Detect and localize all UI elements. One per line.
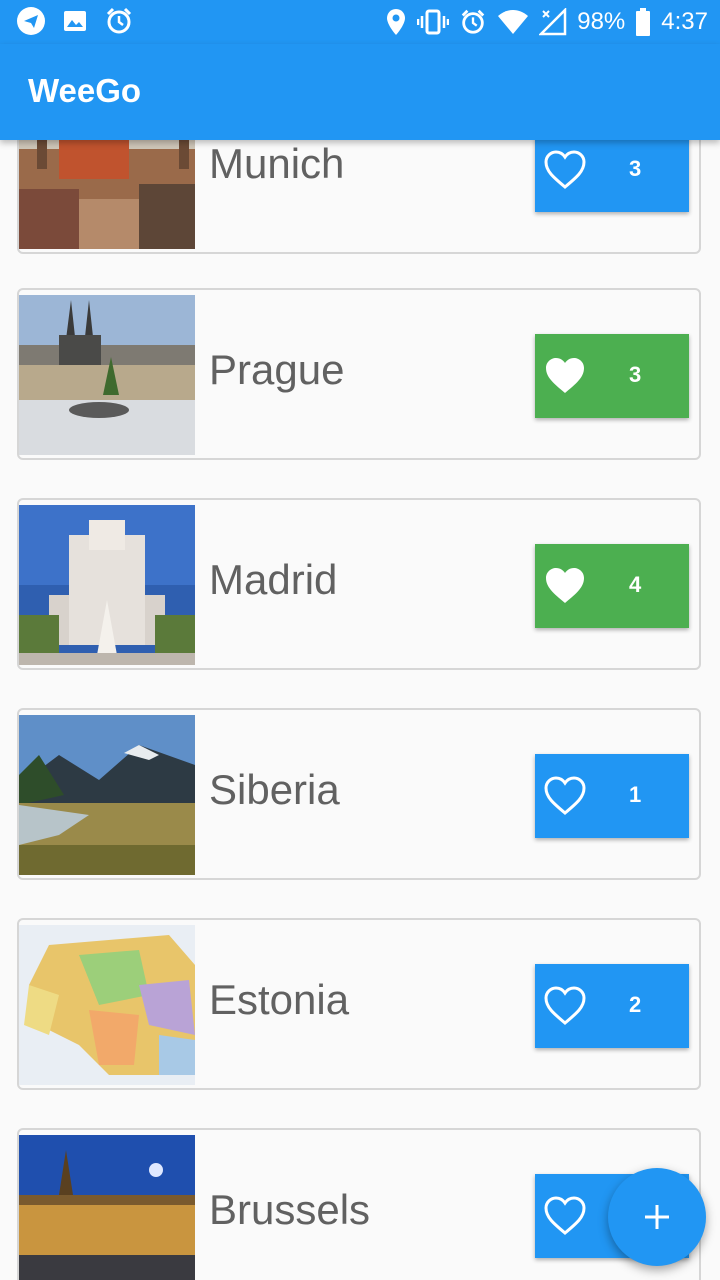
place-name: Brussels xyxy=(209,1186,371,1233)
signal-icon xyxy=(539,8,567,36)
place-card-madrid[interactable]: Madrid 4 xyxy=(17,498,701,670)
heart-filled-icon xyxy=(543,356,587,401)
like-button[interactable]: 4 xyxy=(535,544,689,628)
place-thumbnail xyxy=(19,505,195,665)
place-thumbnail xyxy=(19,925,195,1085)
alarm-icon xyxy=(104,6,134,36)
telegram-icon xyxy=(16,6,46,36)
like-button[interactable]: 2 xyxy=(535,964,689,1048)
like-button[interactable]: 3 xyxy=(535,140,689,212)
place-name: Munich xyxy=(209,140,345,187)
place-thumbnail xyxy=(19,140,195,249)
like-count: 3 xyxy=(629,362,642,387)
place-name: Madrid xyxy=(209,556,338,603)
battery-icon xyxy=(635,8,651,36)
status-bar: 98% 4:37 xyxy=(0,0,720,44)
heart-filled-icon xyxy=(543,566,587,611)
place-name: Siberia xyxy=(209,766,340,813)
place-card-siberia[interactable]: Siberia 1 xyxy=(17,708,701,880)
like-button[interactable]: 1 xyxy=(535,754,689,838)
app-title: WeeGo xyxy=(28,72,142,109)
heart-outline-icon xyxy=(543,1196,587,1241)
wifi-icon xyxy=(497,9,529,35)
place-card-estonia[interactable]: Estonia 2 xyxy=(17,918,701,1090)
like-count: 4 xyxy=(629,572,642,597)
vibrate-icon xyxy=(417,8,450,36)
alarm-icon xyxy=(459,8,487,36)
place-thumbnail xyxy=(19,1135,195,1280)
location-icon xyxy=(385,8,407,36)
battery-percentage: 98% xyxy=(577,8,626,35)
place-card-prague[interactable]: Prague 3 xyxy=(17,288,701,460)
like-count: 2 xyxy=(629,992,642,1017)
image-icon xyxy=(60,6,90,36)
place-thumbnail xyxy=(19,295,195,455)
place-name: Estonia xyxy=(209,976,350,1023)
heart-outline-icon xyxy=(543,776,587,821)
place-thumbnail xyxy=(19,715,195,875)
place-card-munich[interactable]: Munich 3 xyxy=(17,140,701,254)
like-count: 3 xyxy=(629,156,642,181)
clock: 4:37 xyxy=(661,8,708,35)
add-place-button[interactable] xyxy=(608,1168,706,1266)
heart-outline-icon xyxy=(543,986,587,1031)
place-card-brussels[interactable]: Brussels xyxy=(17,1128,701,1280)
like-button[interactable]: 3 xyxy=(535,334,689,418)
heart-outline-icon xyxy=(543,150,587,195)
places-list[interactable]: Munich 3 Prague 3 Madrid 4 Siberia 1 Est… xyxy=(0,140,720,1280)
place-name: Prague xyxy=(209,346,345,393)
like-count: 1 xyxy=(629,782,642,807)
app-bar: WeeGo xyxy=(0,44,720,140)
